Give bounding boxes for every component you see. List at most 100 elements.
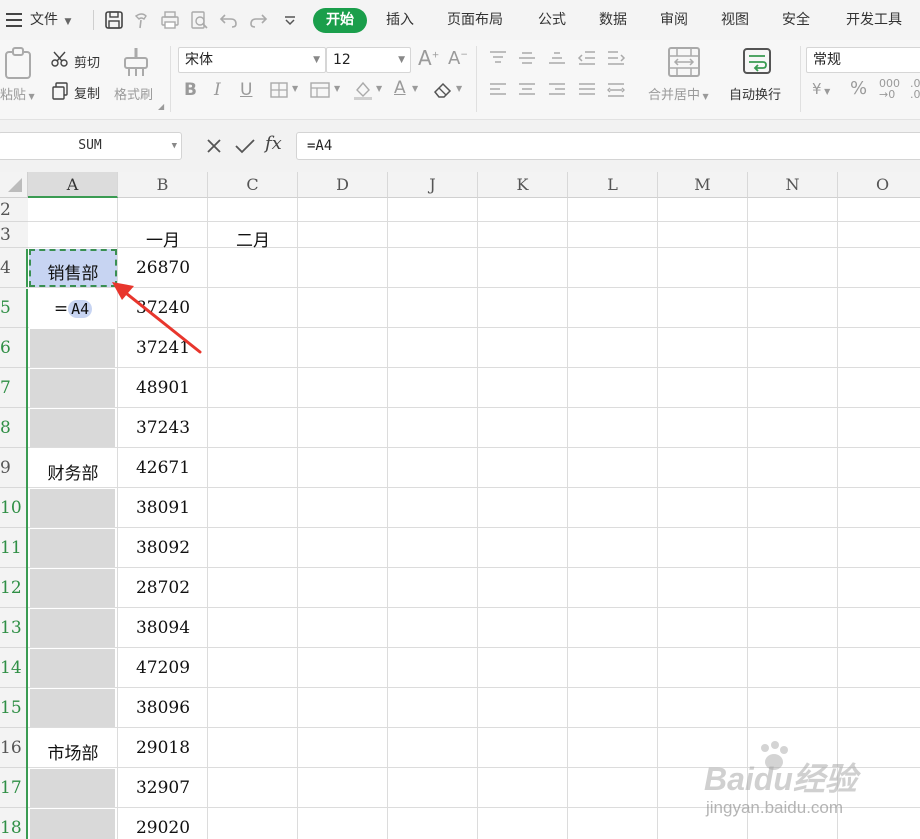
cell-b7[interactable]: 48901 [118,378,208,398]
confirm-formula-icon[interactable] [234,137,256,155]
eraser-icon[interactable] [432,80,454,100]
row-header-16[interactable]: 16 [0,728,28,768]
row-header-3[interactable]: 3 [0,222,28,248]
tab-start[interactable]: 开始 [313,8,367,33]
row-header-14[interactable]: 14 [0,648,28,688]
column-header-a[interactable]: A [28,172,118,198]
blank-cell-a14[interactable] [30,649,115,687]
column-header-d[interactable]: D [298,172,388,198]
merge-center-button[interactable]: 合并居中 ▼ [648,84,709,103]
column-header-k[interactable]: K [478,172,568,198]
row-header-15[interactable]: 15 [0,688,28,728]
row-header-17[interactable]: 17 [0,768,28,808]
tab-insert[interactable]: 插入 [386,0,414,40]
increase-font-size-icon[interactable]: A+ [418,46,439,70]
tab-review[interactable]: 审阅 [660,0,688,40]
cell-c3[interactable]: 二月 [208,226,298,251]
blank-cell-a11[interactable] [30,529,115,567]
customize-toolbar-icon[interactable] [280,10,300,30]
print-icon[interactable] [160,10,180,30]
file-menu[interactable]: 文件 ▼ [30,0,71,40]
cell-b11[interactable]: 38092 [118,538,208,558]
cell-b18[interactable]: 29020 [118,818,208,838]
paste-button[interactable]: 粘贴 ▼ [0,84,35,103]
cell-a16[interactable]: 市场部 [28,739,118,764]
chevron-down-icon[interactable]: ▼ [334,84,340,93]
column-header-c[interactable]: C [208,172,298,198]
font-name-select[interactable]: 宋体 ▼ [178,47,326,73]
blank-cell-a15[interactable] [30,689,115,727]
cancel-formula-icon[interactable] [205,137,223,155]
merge-center-icon[interactable] [667,46,701,78]
blank-cell-a18[interactable] [30,809,115,839]
column-header-n[interactable]: N [748,172,838,198]
column-header-l[interactable]: L [568,172,658,198]
cell-b10[interactable]: 38091 [118,498,208,518]
format-painter-icon[interactable] [121,46,151,78]
percent-icon[interactable]: % [850,78,867,99]
paste-icon[interactable] [2,46,34,80]
blank-cell-a10[interactable] [30,489,115,527]
chevron-down-icon[interactable]: ▼ [376,84,382,93]
select-all-corner[interactable] [0,172,28,198]
column-header-j[interactable]: J [388,172,478,198]
row-header-7[interactable]: 7 [0,368,28,408]
italic-icon[interactable]: I [214,80,221,100]
print-preview-icon[interactable] [189,10,209,30]
tab-formulas[interactable]: 公式 [538,0,566,40]
row-header-10[interactable]: 10 [0,488,28,528]
blank-cell-a12[interactable] [30,569,115,607]
blank-cell-a8[interactable] [30,409,115,447]
decrease-font-size-icon[interactable]: A− [448,48,468,69]
cell-b17[interactable]: 32907 [118,778,208,798]
cell-a9[interactable]: 财务部 [28,459,118,484]
insert-function-icon[interactable]: fx [265,133,282,154]
row-header-6[interactable]: 6 [0,328,28,368]
cell-b16[interactable]: 29018 [118,738,208,758]
currency-icon[interactable]: ¥ ▼ [812,80,830,98]
thousands-separator-icon[interactable]: 000 →0 [879,78,900,100]
font-size-select[interactable]: 12 ▼ [326,47,411,73]
align-top-icon[interactable] [488,50,508,66]
cell-b8[interactable]: 37243 [118,418,208,438]
cell-b12[interactable]: 28702 [118,578,208,598]
align-bottom-icon[interactable] [547,50,567,66]
cell-b13[interactable]: 38094 [118,618,208,638]
row-header-11[interactable]: 11 [0,528,28,568]
clipboard-group-launcher-icon[interactable]: ◢ [158,102,164,111]
cut-button[interactable]: 剪切 [74,52,100,71]
tab-developer-tools[interactable]: 开发工具 [846,0,902,40]
format-painter-button[interactable]: 格式刷 [114,84,153,103]
increase-decimal-icon[interactable]: .0.0 [910,78,920,100]
hamburger-menu-icon[interactable] [6,13,22,27]
row-header-12[interactable]: 12 [0,568,28,608]
row-header-2[interactable]: 2 [0,198,28,222]
blank-cell-a7[interactable] [30,369,115,407]
blank-cell-a13[interactable] [30,609,115,647]
align-center-icon[interactable] [517,82,537,98]
number-format-select[interactable]: 常规 [806,47,920,73]
justify-icon[interactable] [577,82,597,98]
column-header-o[interactable]: O [838,172,920,198]
cell-b3[interactable]: 一月 [118,226,208,251]
tab-page-layout[interactable]: 页面布局 [447,0,503,40]
cell-b9[interactable]: 42671 [118,458,208,478]
borders-icon[interactable] [270,82,288,98]
row-header-4[interactable]: 4 [0,248,28,288]
copy-button[interactable]: 复制 [74,83,100,102]
wrap-text-button[interactable]: 自动换行 [729,84,781,103]
chevron-down-icon[interactable]: ▼ [456,84,462,93]
chevron-down-icon[interactable]: ▼ [292,84,298,93]
fill-color-icon[interactable] [352,80,374,100]
chevron-down-icon[interactable]: ▼ [412,84,418,93]
font-color-icon[interactable]: A [394,78,406,98]
cell-style-icon[interactable] [310,82,330,98]
name-box[interactable]: SUM ▼ [0,132,182,160]
save-icon[interactable] [104,10,124,30]
align-left-icon[interactable] [488,82,508,98]
column-header-b[interactable]: B [118,172,208,198]
bold-icon[interactable]: B [184,80,197,100]
tab-view[interactable]: 视图 [721,0,749,40]
align-right-icon[interactable] [547,82,567,98]
tab-data[interactable]: 数据 [599,0,627,40]
